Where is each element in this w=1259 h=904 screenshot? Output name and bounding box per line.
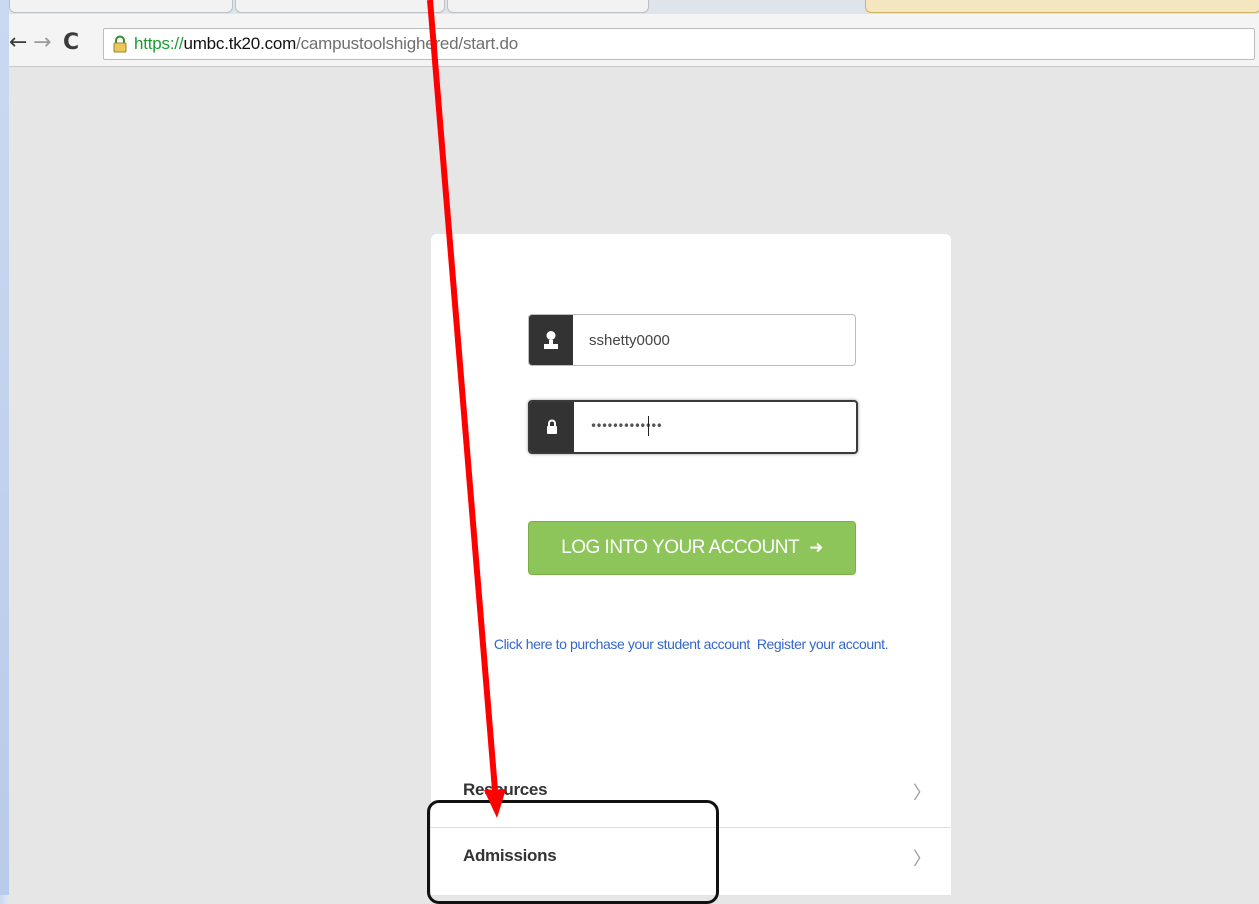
- slide-background-edge: [0, 0, 9, 895]
- chevron-right-icon: 〉: [913, 783, 931, 804]
- forward-arrow-icon[interactable]: →: [33, 32, 51, 54]
- menu-item-label: Resources: [463, 780, 548, 799]
- url-path: /campustoolshighered/start.do: [296, 34, 519, 53]
- login-card: ••••••••••••• LOG INTO YOUR ACCOUNT ➜ Cl…: [431, 234, 951, 895]
- annotation-highlight-box: [427, 800, 719, 904]
- purchase-account-link[interactable]: Click here to purchase your student acco…: [494, 636, 750, 652]
- url-scheme: https://: [134, 34, 184, 53]
- browser-tab[interactable]: [9, 0, 233, 13]
- padlock-icon: [530, 402, 574, 452]
- username-field[interactable]: [528, 314, 856, 366]
- user-icon: [529, 315, 573, 365]
- browser-tab-strip: [9, 0, 1259, 14]
- browser-toolbar: ← → C https://umbc.tk20.com/campustoolsh…: [9, 14, 1259, 67]
- url-host: umbc.tk20.com: [183, 34, 297, 53]
- text-caret: [648, 416, 649, 436]
- login-button-label: LOG INTO YOUR ACCOUNT: [561, 537, 800, 558]
- browser-tab[interactable]: [447, 0, 649, 13]
- password-input[interactable]: •••••••••••••: [590, 419, 663, 433]
- arrow-right-icon: ➜: [809, 538, 823, 558]
- address-url[interactable]: https://umbc.tk20.com/campustoolshighere…: [134, 34, 518, 54]
- browser-tab-active[interactable]: [865, 0, 1259, 13]
- username-input[interactable]: [589, 315, 839, 365]
- browser-tab[interactable]: [235, 0, 445, 13]
- lock-icon: [113, 35, 127, 53]
- reload-icon[interactable]: C: [63, 32, 79, 54]
- password-field[interactable]: •••••••••••••: [528, 400, 858, 454]
- chevron-right-icon: 〉: [913, 849, 931, 870]
- address-bar[interactable]: https://umbc.tk20.com/campustoolshighere…: [103, 28, 1255, 60]
- login-button[interactable]: LOG INTO YOUR ACCOUNT ➜: [528, 521, 856, 575]
- account-links: Click here to purchase your student acco…: [431, 636, 951, 652]
- register-account-link[interactable]: Register your account.: [757, 636, 889, 652]
- back-arrow-icon[interactable]: ←: [9, 32, 27, 54]
